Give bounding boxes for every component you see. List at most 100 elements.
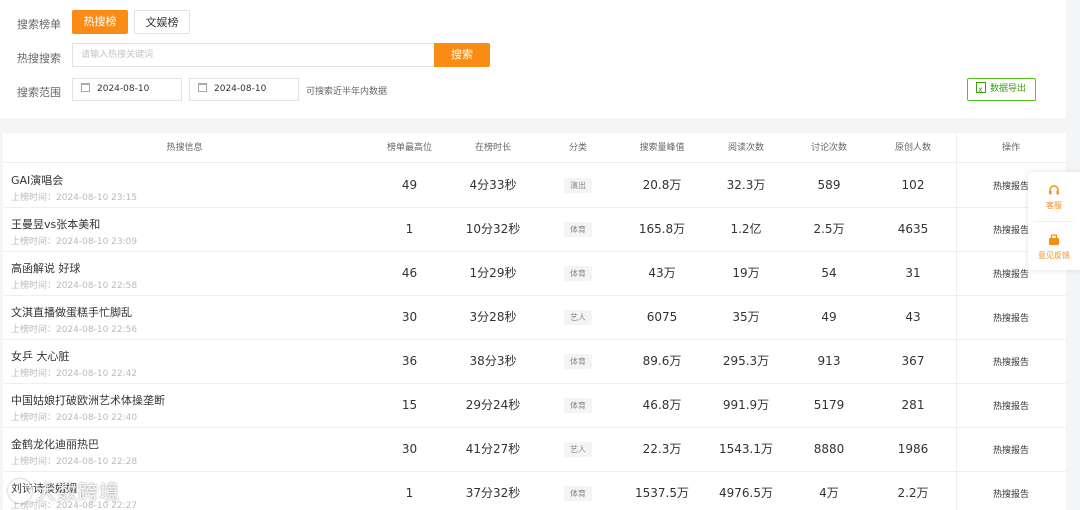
- hot-search-report-link[interactable]: 热搜报告: [993, 182, 1029, 192]
- end-date-value: 2024-08-10: [214, 84, 267, 94]
- search-button[interactable]: 搜索: [434, 43, 490, 67]
- table-row[interactable]: 女乒 大心脏 上榜时间：2024-08-10 22:42 36 38分3秒 体育 89.6…: [3, 340, 1066, 384]
- header-reads: 阅读次数: [727, 143, 764, 153]
- listed-time: 上榜时间：2024-08-10 22:42: [11, 369, 138, 379]
- cell-category: 体育: [538, 208, 618, 251]
- cell-discussions: 54: [821, 266, 837, 280]
- table-row[interactable]: 中国姑娘打破欧洲艺术体操垄断 上榜时间：2024-08-10 22:40 15 29分…: [3, 384, 1066, 428]
- hot-search-report-link[interactable]: 热搜报告: [993, 358, 1029, 368]
- start-date-picker[interactable]: 2024-08-10: [72, 78, 182, 101]
- cell-duration: 37分32秒: [465, 486, 521, 500]
- cell-authors: 31: [905, 266, 921, 280]
- cell-duration: 41分27秒: [465, 442, 521, 456]
- cell-discussions: 913: [817, 354, 841, 368]
- cell-reads: 1543.1万: [719, 442, 773, 456]
- cell-category: 体育: [538, 472, 618, 510]
- cell-action: 热搜报告: [956, 340, 1066, 383]
- table-row[interactable]: 金鹤龙化迪丽热巴 上榜时间：2024-08-10 22:28 30 41分27秒 艺人 2…: [3, 428, 1066, 472]
- category-tag: 艺人: [564, 310, 592, 325]
- hot-search-report-link[interactable]: 热搜报告: [993, 314, 1029, 324]
- customer-service-button[interactable]: 客服: [1028, 174, 1080, 220]
- header-top-rank: 榜单最高位: [386, 143, 432, 153]
- listed-time: 上榜时间：2024-08-10 22:28: [11, 457, 138, 467]
- cell-peak: 46.8万: [642, 398, 682, 412]
- cell-authors: 4635: [897, 222, 929, 236]
- cell-category: 体育: [538, 384, 618, 427]
- tab-entertainment[interactable]: 文娱榜: [134, 10, 190, 34]
- hot-search-title[interactable]: GAI演唱会: [11, 172, 63, 188]
- category-tag: 体育: [564, 266, 592, 281]
- hot-search-title[interactable]: 高函解说 好球: [11, 260, 81, 276]
- listed-time: 上榜时间：2024-08-10 23:09: [11, 237, 138, 247]
- hot-search-title[interactable]: 刘诗诗谈婚姻: [11, 480, 77, 496]
- cell-top-rank: 46: [401, 266, 418, 280]
- hot-search-report-link[interactable]: 热搜报告: [993, 446, 1029, 456]
- cell-reads: 295.3万: [722, 354, 770, 368]
- hot-search-title[interactable]: 王曼昱vs张本美和: [11, 216, 100, 232]
- header-info: 热搜信息: [166, 143, 203, 153]
- hot-search-title[interactable]: 中国姑娘打破欧洲艺术体操垄断: [11, 392, 165, 408]
- export-button[interactable]: 数据导出: [967, 78, 1036, 101]
- end-date-picker[interactable]: 2024-08-10: [189, 78, 299, 101]
- cell-top-rank: 15: [401, 398, 418, 412]
- table-row[interactable]: 高函解说 好球上榜时间：2024-08-10 22:58 46 1分29秒 体育 43万…: [3, 252, 1066, 296]
- cell-action: 热搜报告: [956, 472, 1066, 510]
- feedback-label: 意见反馈: [1038, 251, 1070, 260]
- range-label: 搜索范围: [17, 86, 61, 99]
- cell-authors: 2.2万: [897, 486, 929, 500]
- cell-duration: 10分32秒: [465, 222, 521, 236]
- hot-search-title[interactable]: 女乒 大心脏: [11, 348, 70, 364]
- cell-top-rank: 30: [401, 310, 418, 324]
- cell-authors: 1986: [897, 442, 929, 456]
- cell-discussions: 5179: [813, 398, 845, 412]
- cell-authors: 43: [905, 310, 921, 324]
- cell-authors: 281: [901, 398, 925, 412]
- float-divider: [1034, 221, 1074, 222]
- table-row[interactable]: GAI演唱会 上榜时间：2024-08-10 23:15 49 4分33秒 演出 20.8…: [3, 164, 1066, 208]
- hot-search-report-link[interactable]: 热搜报告: [993, 490, 1029, 500]
- calendar-icon: [81, 83, 90, 92]
- listed-time: 上榜时间：2024-08-10 22:40: [11, 413, 138, 423]
- listed-time: 上榜时间：2024-08-10 22:56: [11, 325, 138, 335]
- cell-duration: 1分29秒: [469, 266, 517, 280]
- export-label: 数据导出: [990, 84, 1027, 94]
- cell-category: 体育: [538, 252, 618, 295]
- category-tag: 体育: [564, 486, 592, 501]
- float-panel: 客服 意见反馈: [1028, 172, 1080, 270]
- search-input[interactable]: [72, 43, 434, 67]
- cell-peak: 1537.5万: [635, 486, 689, 500]
- hot-search-title[interactable]: 金鹤龙化迪丽热巴: [11, 436, 99, 452]
- cell-category: 演出: [538, 164, 618, 207]
- category-tag: 体育: [564, 222, 592, 237]
- table-row[interactable]: 刘诗诗谈婚姻 上榜时间：2024-08-10 22:27 1 37分32秒 体育 1537…: [3, 472, 1066, 510]
- hot-search-report-link[interactable]: 热搜报告: [993, 226, 1029, 236]
- cell-duration: 3分28秒: [469, 310, 517, 324]
- header-action: 操作: [1001, 143, 1020, 153]
- cell-top-rank: 49: [401, 178, 418, 192]
- cell-reads: 991.9万: [722, 398, 770, 412]
- cell-peak: 43万: [648, 266, 676, 280]
- header-discussions: 讨论次数: [810, 143, 847, 153]
- hot-search-title[interactable]: 文淇直播做蛋糕手忙脚乱: [11, 304, 132, 320]
- cell-reads: 4976.5万: [719, 486, 773, 500]
- hot-search-report-link[interactable]: 热搜报告: [993, 402, 1029, 412]
- cell-category: 体育: [538, 340, 618, 383]
- tab-hot-search[interactable]: 热搜榜: [72, 10, 128, 34]
- cell-peak: 6075: [646, 310, 678, 324]
- cell-duration: 4分33秒: [469, 178, 517, 192]
- cell-discussions: 8880: [813, 442, 845, 456]
- category-tag: 体育: [564, 398, 592, 413]
- table-row[interactable]: 文淇直播做蛋糕手忙脚乱上榜时间：2024-08-10 22:56 30 3分28秒 艺…: [3, 296, 1066, 340]
- cell-peak: 20.8万: [642, 178, 682, 192]
- table-row[interactable]: 王曼昱vs张本美和 上榜时间：2024-08-10 23:09 1 10分32秒 体育 1…: [3, 208, 1066, 252]
- cell-top-rank: 1: [405, 222, 414, 236]
- listed-time: 上榜时间：2024-08-10 22:27: [11, 501, 138, 510]
- header-authors: 原创人数: [894, 143, 931, 153]
- filter-panel: 搜索榜单 热搜榜 文娱榜 热搜搜索 搜索 搜索范围 2024-08-10 202…: [0, 0, 1066, 118]
- cell-action: 热搜报告: [956, 384, 1066, 427]
- hot-search-report-link[interactable]: 热搜报告: [993, 270, 1029, 280]
- header-category: 分类: [568, 143, 587, 153]
- feedback-button[interactable]: 意见反馈: [1028, 224, 1080, 270]
- listed-time: 上榜时间：2024-08-10 22:58: [11, 281, 138, 291]
- cell-discussions: 49: [821, 310, 837, 324]
